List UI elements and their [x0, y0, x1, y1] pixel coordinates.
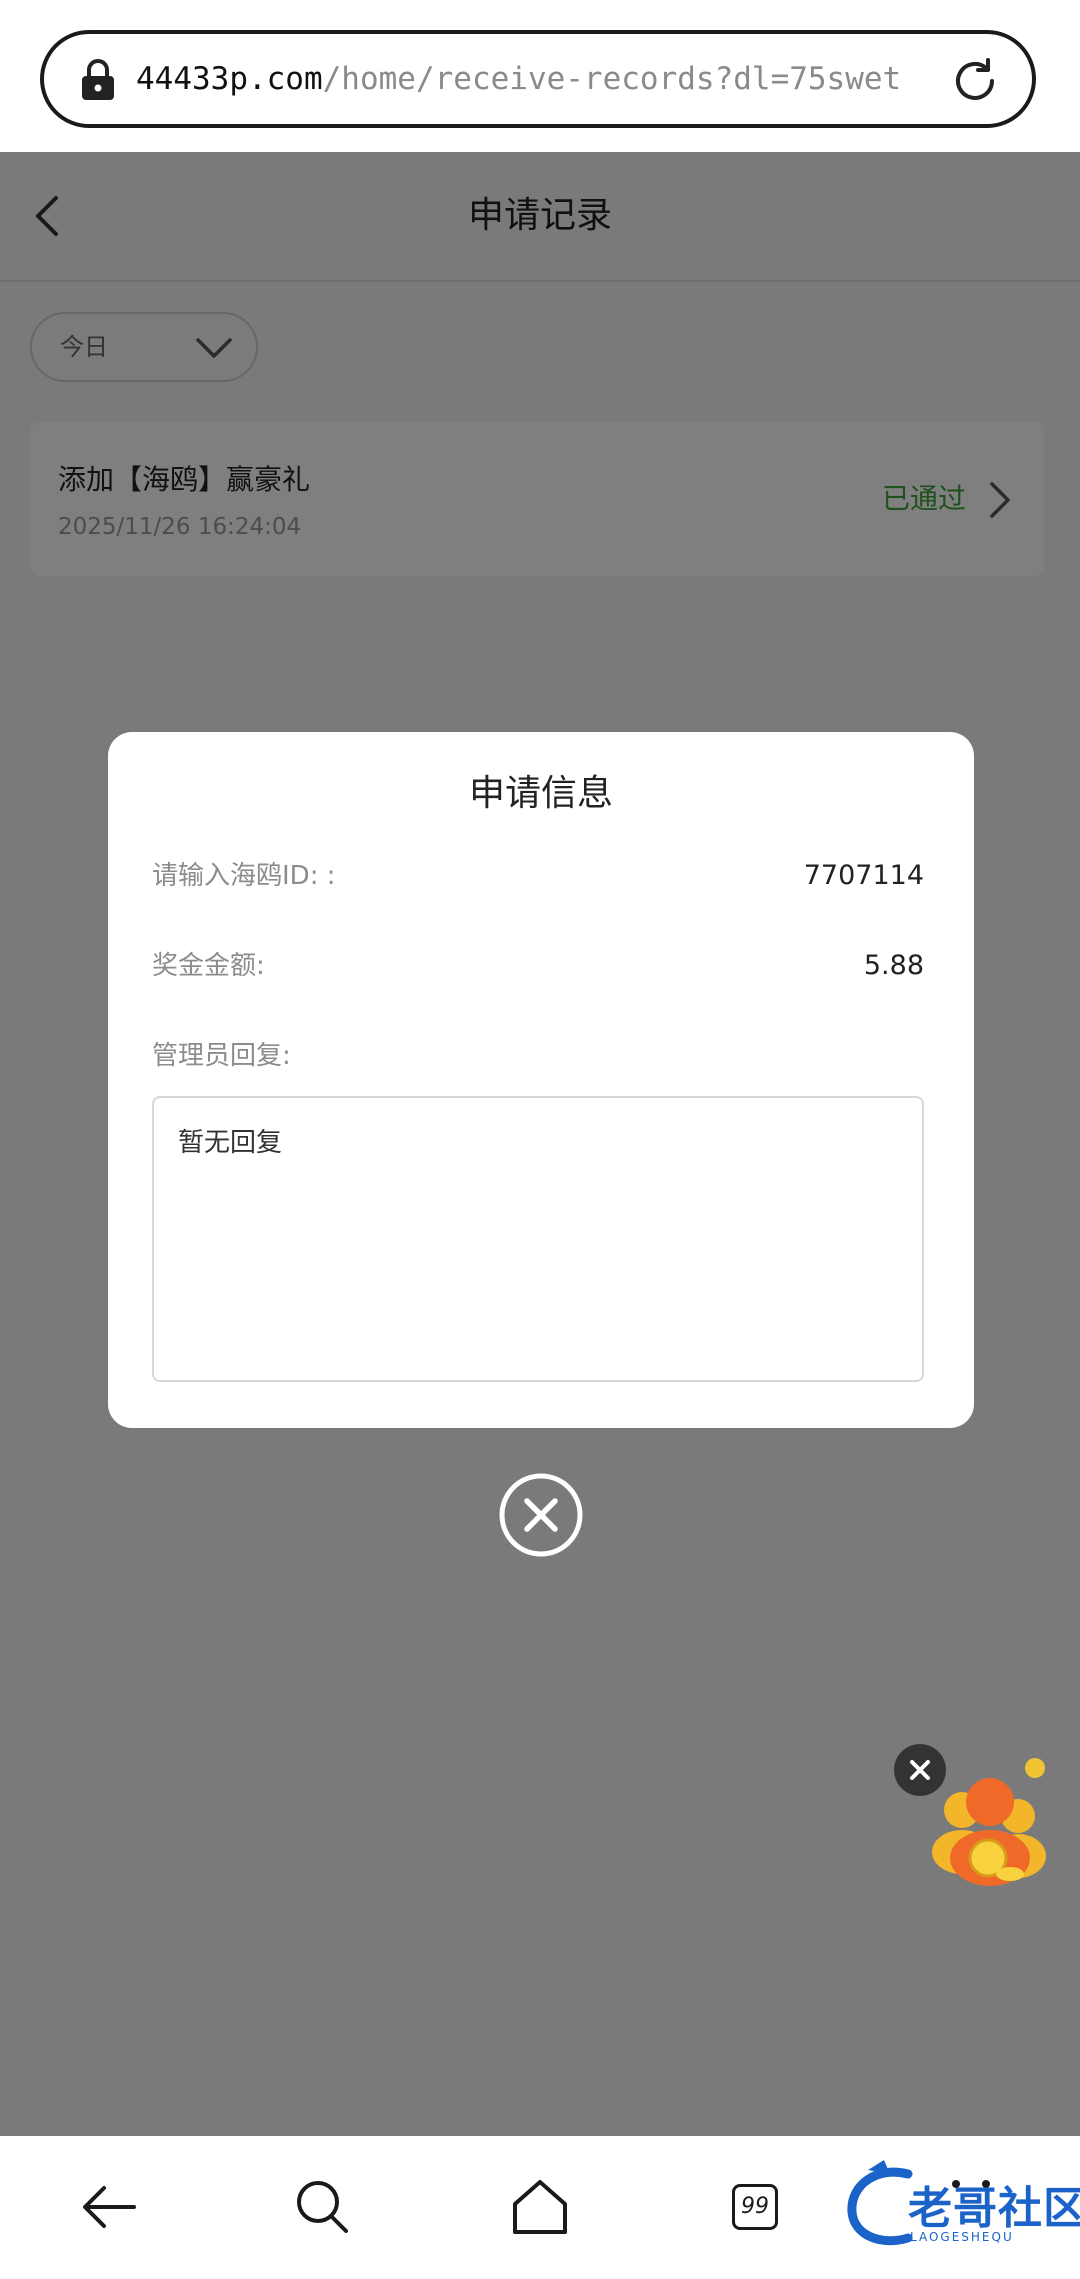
home-icon[interactable] — [507, 2174, 573, 2240]
url-host: 44433p.com — [136, 61, 323, 97]
lock-icon — [82, 59, 114, 100]
browser-bottom-nav: 99 老哥社区 LAOGESHEQU — [0, 2136, 1080, 2279]
floating-promo-widget[interactable] — [890, 1740, 1054, 1890]
url-text: 44433p.com/home/receive-records?dl=75swe… — [136, 34, 901, 124]
tab-count: 99 — [732, 2184, 778, 2230]
info-value: 7707114 — [803, 860, 924, 891]
watermark-text: 老哥社区 — [908, 2183, 1080, 2234]
reload-icon[interactable] — [948, 54, 1002, 108]
nav-back-icon[interactable] — [76, 2174, 142, 2240]
info-row-amount: 奖金金额: 5.88 — [152, 944, 924, 988]
reply-text: 暂无回复 — [178, 1128, 283, 1158]
url-path: /home/receive-records?dl=75swet — [322, 61, 902, 97]
address-bar[interactable]: 44433p.com/home/receive-records?dl=75swe… — [40, 30, 1036, 128]
watermark-subtext: LAOGESHEQU — [910, 2230, 1014, 2244]
info-row-id: 请输入海鸥ID: : 7707114 — [152, 854, 924, 898]
info-label: 请输入海鸥ID: : — [152, 861, 336, 891]
application-info-modal: 申请信息 请输入海鸥ID: : 7707114 奖金金额: 5.88 管理员回复… — [108, 732, 974, 1428]
info-row-reply: 管理员回复: — [152, 1034, 924, 1078]
site-watermark-logo: 老哥社区 LAOGESHEQU — [838, 2156, 1080, 2256]
search-icon[interactable] — [290, 2174, 356, 2240]
admin-reply-box: 暂无回复 — [152, 1096, 924, 1382]
tabs-button[interactable]: 99 — [722, 2174, 788, 2240]
modal-title: 申请信息 — [468, 773, 613, 814]
info-value: 5.88 — [863, 950, 924, 981]
close-modal-button[interactable] — [498, 1472, 584, 1558]
close-icon — [910, 1760, 930, 1780]
info-label: 奖金金额: — [152, 951, 265, 981]
browser-toolbar: 44433p.com/home/receive-records?dl=75swe… — [0, 0, 1080, 152]
reply-label: 管理员回复: — [152, 1041, 291, 1071]
close-widget-button[interactable] — [894, 1744, 946, 1796]
